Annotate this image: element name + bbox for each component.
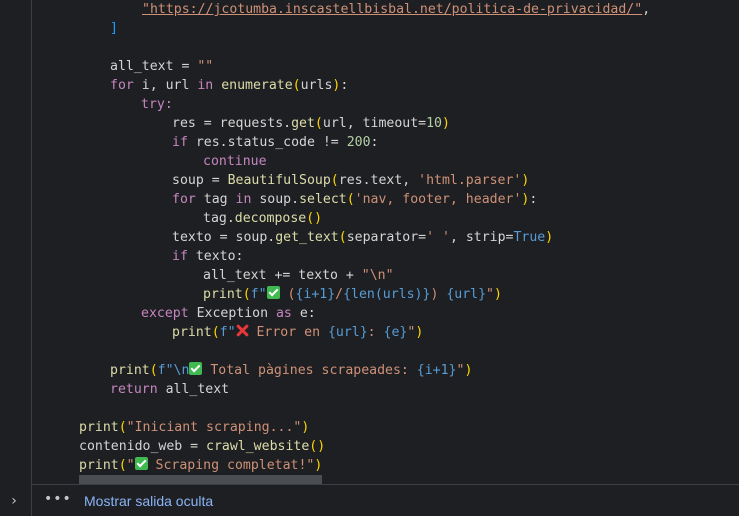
code-line: res = requests.get(url, timeout=10) xyxy=(172,116,450,131)
code-line: soup = BeautifulSoup(res.text, 'html.par… xyxy=(172,173,530,188)
code-editor[interactable]: "https://jcotumba.inscastellbisbal.net/p… xyxy=(32,0,739,484)
cross-icon xyxy=(236,324,249,337)
code-line: if texto: xyxy=(172,249,244,264)
code-cell[interactable]: "https://jcotumba.inscastellbisbal.net/p… xyxy=(31,0,739,516)
code-line: print(" Scraping completat!") xyxy=(79,457,323,473)
code-line: all_text += texto + "\n" xyxy=(203,268,394,283)
code-line: continue xyxy=(203,154,267,169)
code-line: tag.decompose() xyxy=(203,211,323,226)
code-line: for tag in soup.select('nav, footer, hea… xyxy=(172,192,538,207)
code-line: except Exception as e: xyxy=(141,306,316,321)
output-toolbar: ••• Mostrar salida oculta xyxy=(32,484,739,516)
check-icon xyxy=(266,286,280,299)
cell-gutter xyxy=(0,0,31,516)
more-options-icon[interactable]: ••• xyxy=(44,491,72,507)
code-line: return all_text xyxy=(110,382,230,397)
show-hidden-output-link[interactable]: Mostrar salida oculta xyxy=(84,493,213,509)
check-icon xyxy=(189,362,203,375)
code-line: print(f" Error en {url}: {e}") xyxy=(172,324,424,340)
code-line: print("Iniciant scraping...") xyxy=(79,420,310,435)
code-line: all_text = "" xyxy=(110,59,214,74)
chevron-right-icon[interactable]: › xyxy=(4,491,24,511)
code-line: texto = soup.get_text(separator=' ', str… xyxy=(172,230,554,245)
code-line: for i, url in enumerate(urls): xyxy=(110,78,349,93)
code-line: if res.status_code != 200: xyxy=(172,135,379,150)
code-line: contenido_web = crawl_website() xyxy=(79,439,326,454)
check-icon xyxy=(134,457,148,470)
code-line: "https://jcotumba.inscastellbisbal.net/p… xyxy=(142,2,651,17)
horizontal-scrollbar-thumb[interactable] xyxy=(79,475,322,484)
code-line: try: xyxy=(141,97,173,112)
code-line: print(f" ({i+1}/{len(urls)}) {url}") xyxy=(203,286,502,302)
code-line: print(f"\n Total pàgines scrapeades: {i+… xyxy=(110,362,473,378)
code-line: ] xyxy=(110,21,118,36)
